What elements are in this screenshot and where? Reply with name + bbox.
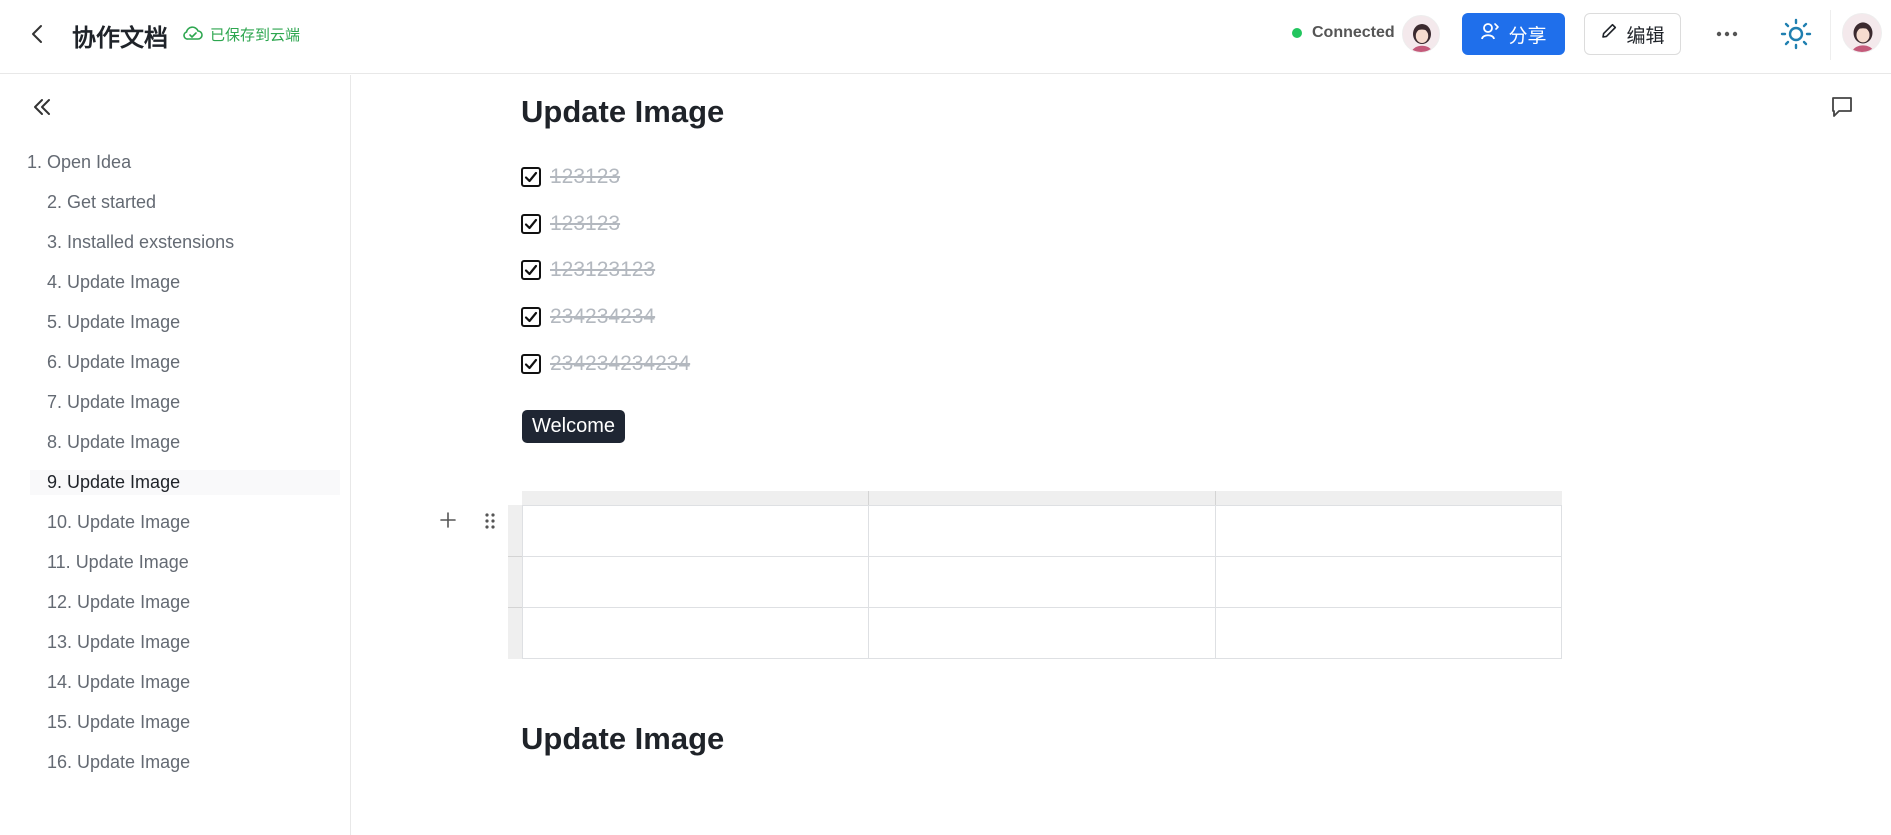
task-text: 234234234234 — [550, 352, 691, 375]
data-table — [521, 505, 1563, 659]
checkbox[interactable] — [521, 307, 541, 327]
task-item: 123123 — [521, 165, 620, 189]
table-cell[interactable] — [521, 607, 870, 659]
outline-item[interactable]: 3. Installed exstensions — [47, 232, 234, 253]
comment-icon[interactable] — [1829, 94, 1855, 120]
outline-item[interactable]: 14. Update Image — [47, 672, 190, 693]
outline-item[interactable]: 2. Get started — [47, 192, 156, 213]
table-cell[interactable] — [868, 607, 1216, 659]
connection-label: Connected — [1312, 24, 1395, 41]
outline-item[interactable]: 8. Update Image — [47, 432, 180, 453]
task-item: 234234234 — [521, 305, 655, 329]
save-status: 已保存到云端 — [182, 24, 300, 45]
heading-update-image-2: Update Image — [521, 721, 725, 756]
collapse-sidebar-icon[interactable] — [30, 95, 54, 119]
document-title: 协作文档 — [72, 25, 168, 52]
save-status-text: 已保存到云端 — [210, 27, 301, 44]
column-header-bar[interactable] — [522, 491, 1562, 505]
outline-item[interactable]: 7. Update Image — [47, 392, 180, 413]
task-text: 123123 — [550, 212, 621, 235]
sun-icon[interactable] — [1780, 18, 1812, 50]
edit-label: 编辑 — [1626, 25, 1665, 47]
task-text: 123123 — [550, 165, 621, 188]
welcome-tag: Welcome — [522, 410, 625, 443]
row-header-bar[interactable] — [508, 505, 522, 659]
outline-sidebar: 1. Open Idea 2. Get started 3. Installed e… — [0, 75, 351, 835]
back-icon[interactable] — [26, 22, 50, 46]
outline-item[interactable]: 10. Update Image — [47, 512, 190, 533]
share-button[interactable]: 分享 — [1462, 13, 1565, 55]
task-item: 123123123 — [521, 258, 655, 282]
table-cell[interactable] — [868, 505, 1216, 557]
checkbox[interactable] — [521, 354, 541, 374]
connection-status: Connected — [1292, 24, 1395, 42]
table-row — [521, 556, 1563, 608]
table-cell[interactable] — [521, 556, 870, 608]
checkbox[interactable] — [521, 167, 541, 187]
task-text: 234234234 — [550, 305, 656, 328]
task-item: 234234234234 — [521, 352, 690, 376]
outline-item[interactable]: 13. Update Image — [47, 632, 190, 653]
outline-item[interactable]: 11. Update Image — [47, 552, 189, 573]
outline-item[interactable]: 5. Update Image — [47, 312, 180, 333]
outline-item[interactable]: 15. Update Image — [47, 712, 190, 733]
checkbox[interactable] — [521, 260, 541, 280]
pencil-icon — [1600, 22, 1618, 46]
collaborator-avatar[interactable] — [1402, 15, 1440, 53]
share-label: 分享 — [1508, 25, 1547, 47]
outline-item[interactable]: 16. Update Image — [47, 752, 190, 773]
share-user-icon — [1480, 21, 1500, 47]
outline-item[interactable]: 9. Update Image — [30, 470, 340, 495]
table-row — [521, 607, 1563, 659]
outline-item[interactable]: 12. Update Image — [47, 592, 190, 613]
drag-handle-icon[interactable] — [482, 511, 498, 531]
header-divider — [1830, 10, 1831, 60]
edit-button[interactable]: 编辑 — [1584, 13, 1681, 55]
table-block — [508, 491, 1563, 659]
table-cell[interactable] — [1214, 556, 1563, 608]
outline-item[interactable]: 6. Update Image — [47, 352, 180, 373]
table-row — [521, 505, 1563, 557]
top-bar: 协作文档 已保存到云端 Connected 分享 编辑 — [0, 0, 1891, 74]
table-cell[interactable] — [868, 556, 1216, 608]
table-cell[interactable] — [1214, 505, 1563, 557]
user-avatar[interactable] — [1842, 13, 1882, 53]
connection-dot — [1292, 28, 1302, 38]
outline-item[interactable]: 1. Open Idea — [27, 152, 131, 173]
cloud-check-icon — [182, 25, 204, 45]
task-text: 123123123 — [550, 258, 656, 281]
table-cell[interactable] — [521, 505, 870, 557]
heading-update-image: Update Image — [521, 94, 725, 129]
checkbox[interactable] — [521, 214, 541, 234]
outline-item[interactable]: 4. Update Image — [47, 272, 180, 293]
add-row-icon[interactable] — [438, 510, 458, 530]
table-cell[interactable] — [1214, 607, 1563, 659]
task-item: 123123 — [521, 212, 620, 236]
more-icon[interactable] — [1712, 22, 1742, 46]
